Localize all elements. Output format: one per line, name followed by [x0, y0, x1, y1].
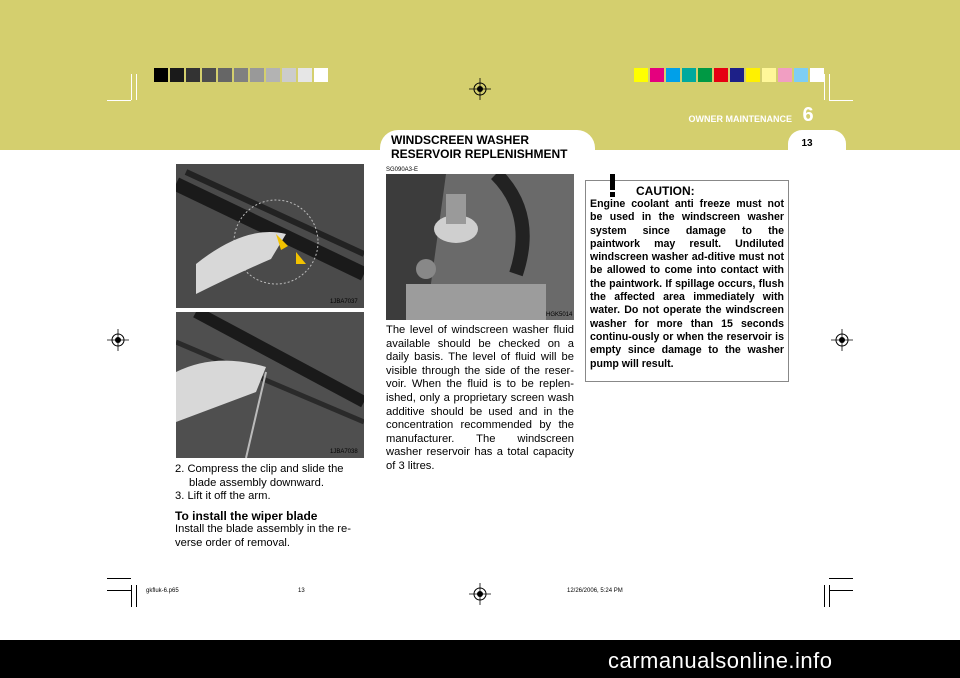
step-2: 2. Compress the clip and slide the blade…: [175, 463, 344, 489]
color-swatch: [682, 68, 696, 82]
footer-file: gkfluk-6.p65: [146, 588, 179, 594]
wiper-removal-image-1: [176, 164, 364, 308]
section-title: WINDSCREEN WASHER RESERVOIR REPLENISHMEN…: [391, 133, 568, 161]
crop-mark: [829, 578, 853, 579]
color-swatch: [746, 68, 760, 82]
caution-text: Engine coolant anti freeze must not be u…: [590, 198, 784, 370]
crop-mark: [829, 590, 853, 591]
footer-page: 13: [298, 588, 305, 594]
crop-mark: [136, 74, 137, 100]
caution-title: CAUTION:: [636, 184, 695, 198]
crop-mark: [107, 578, 131, 579]
image-code: HGK5014: [546, 312, 573, 318]
color-swatch: [202, 68, 216, 82]
color-swatch: [778, 68, 792, 82]
page-number: 13: [801, 138, 813, 149]
crop-mark: [829, 74, 830, 100]
image-code: 1JBA7038: [330, 449, 358, 455]
color-swatch: [170, 68, 184, 82]
color-swatch: [298, 68, 312, 82]
color-bar: [634, 68, 826, 82]
color-swatch: [666, 68, 680, 82]
image-code: 1JBA7037: [330, 299, 358, 305]
washer-reservoir-image: [386, 174, 574, 320]
chapter-number: 6: [802, 104, 814, 126]
color-swatch: [186, 68, 200, 82]
reservoir-body-text: The level of windscreen washer fluid ava…: [386, 324, 574, 472]
section-code: SG090A3-E: [386, 167, 419, 173]
color-swatch: [266, 68, 280, 82]
gray-scale-bar: [154, 68, 330, 82]
color-swatch: [762, 68, 776, 82]
wiper-instructions: 2. Compress the clip and slide the blade…: [175, 463, 365, 551]
crop-mark: [824, 585, 825, 607]
warning-exclamation-icon: [610, 174, 615, 197]
install-text: Install the blade assembly in the re-ver…: [175, 523, 351, 549]
color-swatch: [650, 68, 664, 82]
color-swatch: [730, 68, 744, 82]
color-swatch: [810, 68, 824, 82]
color-swatch: [250, 68, 264, 82]
registration-mark-icon: [107, 329, 129, 351]
color-swatch: [218, 68, 232, 82]
crop-mark: [829, 585, 830, 607]
crop-mark: [107, 100, 131, 101]
watermark: carmanualsonline.info: [608, 648, 833, 673]
registration-mark-icon: [469, 583, 491, 605]
color-swatch: [282, 68, 296, 82]
crop-mark: [107, 590, 131, 591]
color-swatch: [634, 68, 648, 82]
color-swatch: [698, 68, 712, 82]
crop-mark: [131, 74, 132, 100]
color-swatch: [714, 68, 728, 82]
crop-mark: [136, 585, 137, 607]
crop-mark: [829, 100, 853, 101]
footer-date: 12/26/2006, 5:24 PM: [567, 588, 623, 594]
color-swatch: [154, 68, 168, 82]
wiper-removal-image-2: [176, 312, 364, 458]
step-3: 3. Lift it off the arm.: [175, 490, 271, 503]
registration-mark-icon: [831, 329, 853, 351]
color-swatch: [234, 68, 248, 82]
chapter-name: OWNER MAINTENANCE: [688, 114, 793, 124]
color-swatch: [794, 68, 808, 82]
install-heading: To install the wiper blade: [175, 508, 318, 523]
color-swatch: [314, 68, 328, 82]
crop-mark: [131, 585, 132, 607]
registration-mark-icon: [469, 78, 491, 100]
